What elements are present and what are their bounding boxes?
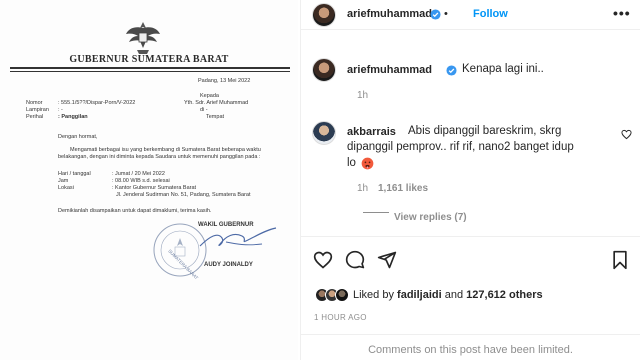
letter-place-date: Padang, 13 Mei 2022 [198,78,251,84]
letter-hari-label: Hari / tanggal [58,171,91,177]
letter-perihal-label: Perihal [26,114,44,120]
letter-closing: Demikianlah disampaikan untuk dapat dima… [58,208,212,214]
letter-yth: Yth. Sdr. Arief Muhammad [184,100,249,106]
more-options-button[interactable]: ••• [613,5,631,21]
liked-by-user[interactable]: fadiljaidi [397,289,442,301]
comment-text-line3: lo [347,157,356,169]
comment-likes[interactable]: 1,161 likes [378,183,428,194]
follow-button[interactable]: Follow [473,8,508,20]
liked-by-and: and [444,289,464,301]
handwritten-signature [199,227,277,247]
caption-avatar[interactable] [312,58,336,82]
share-icon[interactable] [377,250,397,270]
letter-lampiran-value: : - [58,107,63,113]
letterhead-rule-thin [10,71,290,72]
letter-lokasi-value: : Kantor Gubernur Sumatera Barat [112,185,197,191]
comments-limited-notice: Comments on this post have been limited. [368,344,573,356]
comment-avatar[interactable] [312,121,336,145]
author-avatar[interactable] [312,3,336,27]
liked-by-text: Liked by fadiljaidi and 127,612 others [353,289,543,301]
hot-face-emoji-icon [361,157,374,170]
verified-icon [430,9,441,20]
comment-username[interactable]: akbarrais [347,126,396,138]
letter-hari-value: : Jumat / 20 Mei 2022 [112,171,165,177]
letter-perihal-value: : Panggilan [58,114,88,120]
view-replies-button[interactable]: View replies (7) [394,212,467,223]
letter-jam-value: : 08.00 WIB s.d. selesai [112,178,170,184]
letter-jam-label: Jam [58,178,69,184]
letter-nomor-value: : 555.1/5??/Dispar-Porn/V-2022 [58,100,136,106]
caption-time[interactable]: 1h [357,90,368,101]
comment-icon[interactable] [345,250,365,270]
letter-lokasi-value2: Jl. Jenderal Sudirman No. 51, Padang, Su… [116,192,251,198]
heart-icon[interactable] [313,250,333,270]
header-username[interactable]: ariefmuhammad [347,8,432,20]
liked-by-count[interactable]: 127,612 others [466,289,542,301]
letter-di: di - [200,107,208,113]
letter-greeting: Dengan hormat, [58,134,98,140]
post-header: ariefmuhammad • Follow ••• [301,0,640,30]
letter-body-line1: Mengamati berbagai isu yang berkembang d… [70,147,261,153]
comments-divider [301,334,640,335]
post-image: GUBERNUR SUMATERA BARAT Padang, 13 Mei 2… [0,0,300,360]
letter-sign-name: AUDY JOINALDY [204,262,253,268]
bookmark-icon[interactable] [611,250,629,270]
verified-icon [446,65,457,76]
garuda-emblem-icon [126,22,160,54]
liker-avatar[interactable] [335,288,349,302]
comment-text-line2: dipanggil pemprov.. rif rif, nano2 bange… [347,141,574,153]
letter-lokasi-label: Lokasi [58,185,74,191]
caption-text: Kenapa lagi ini.. [462,63,544,75]
caption-username[interactable]: ariefmuhammad [347,64,432,76]
letter-kepada: Kepada [200,93,219,99]
letter-body-line2: belakangan, dengan ini diminta kepada Sa… [58,154,261,160]
comment-text-line1: Abis dipanggil bareskrim, skrg [408,125,562,137]
liked-by-prefix: Liked by [353,289,394,301]
letter-tempat: Tempat [206,114,225,120]
view-replies-line [363,212,389,213]
letterhead-rule [10,67,290,69]
post-sidebar: ariefmuhammad • Follow ••• ariefmuhammad… [301,0,640,360]
post-timestamp[interactable]: 1 HOUR AGO [314,313,367,322]
letterhead-title: GUBERNUR SUMATERA BARAT [69,54,229,65]
comment-time[interactable]: 1h [357,183,368,194]
comment-like-heart-icon[interactable] [621,129,632,140]
letter-lampiran-label: Lampiran [26,107,49,113]
header-separator: • [444,8,448,20]
letter-nomor-label: Nomor [26,100,43,106]
letter-document: GUBERNUR SUMATERA BARAT Padang, 13 Mei 2… [0,0,298,360]
actions-divider [301,236,640,237]
